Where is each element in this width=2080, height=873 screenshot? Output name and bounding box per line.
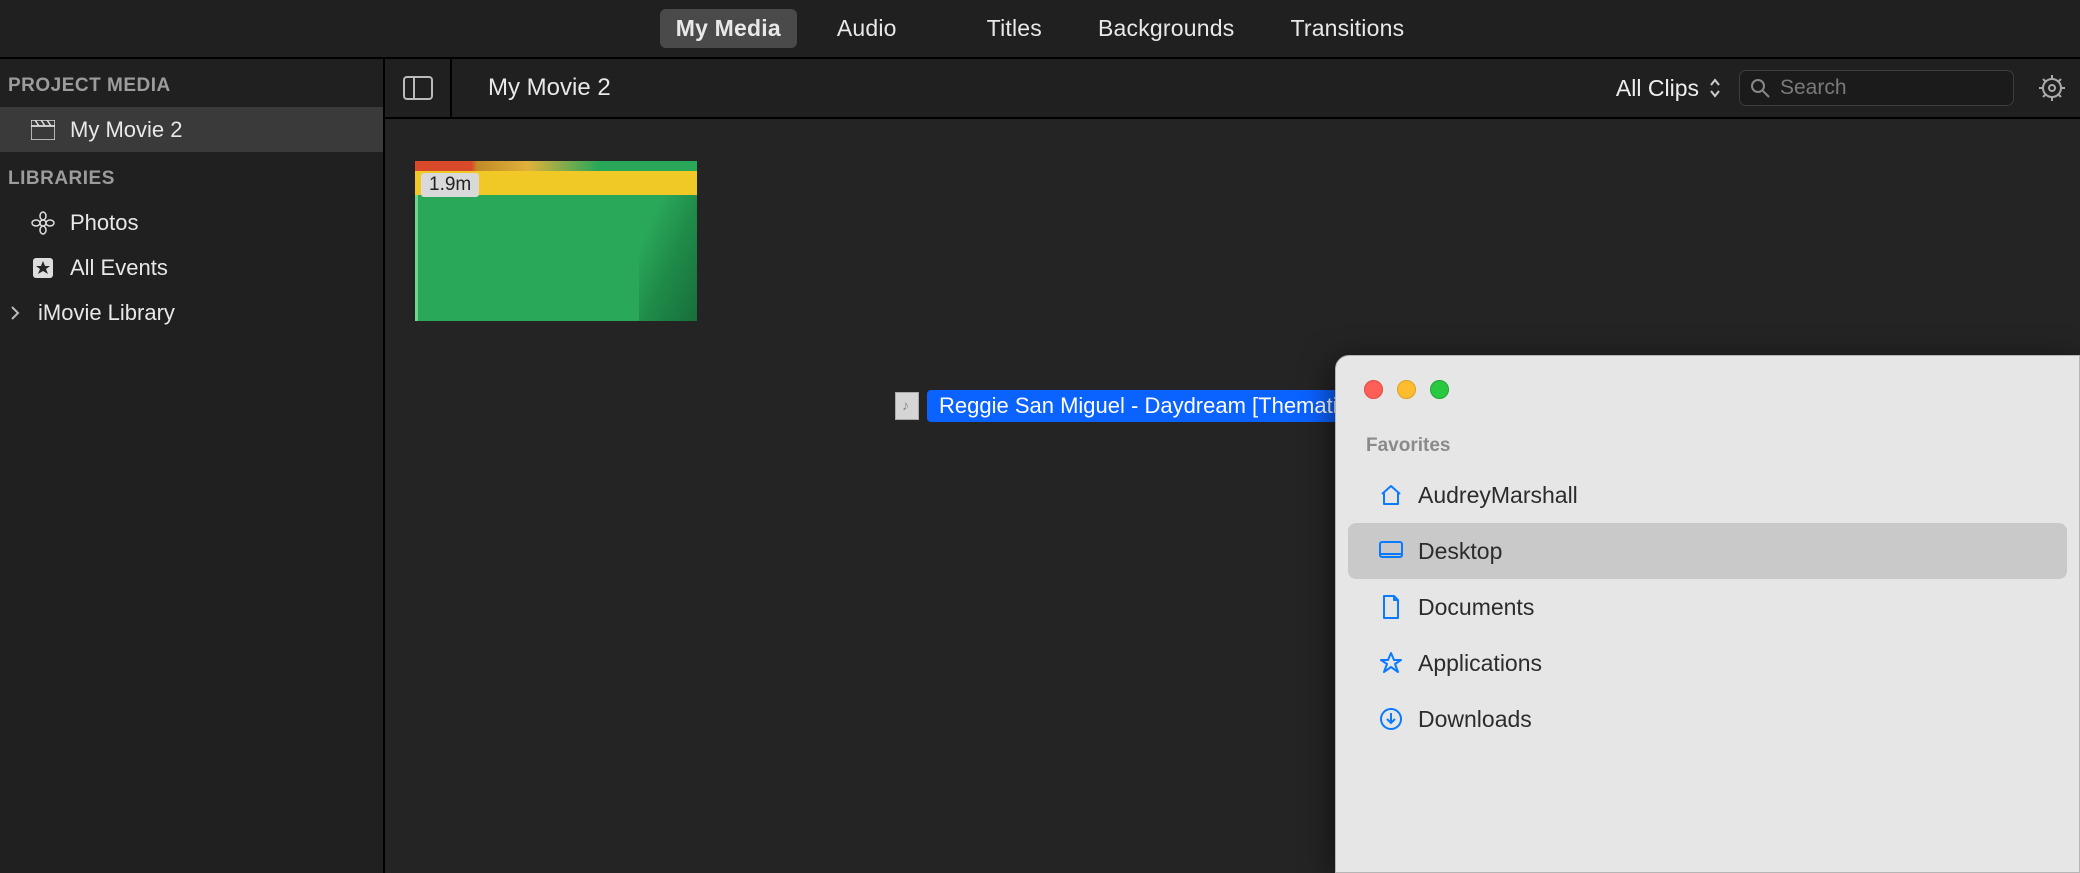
chevron-right-icon xyxy=(10,306,24,320)
audio-file-icon xyxy=(895,392,919,420)
finder-item-documents[interactable]: Documents xyxy=(1348,579,2067,635)
finder-home-label: AudreyMarshall xyxy=(1418,482,1578,509)
finder-applications-label: Applications xyxy=(1418,650,1542,677)
sidebar-project-label: My Movie 2 xyxy=(70,117,182,143)
tab-titles[interactable]: Titles xyxy=(971,9,1058,48)
content-header: My Movie 2 All Clips xyxy=(385,59,2080,119)
document-icon xyxy=(1378,595,1404,619)
star-box-icon xyxy=(30,257,56,279)
finder-desktop-label: Desktop xyxy=(1418,538,1502,565)
sidebar: PROJECT MEDIA My Movie 2 LIBRARIES Photo… xyxy=(0,59,385,873)
finder-item-home[interactable]: AudreyMarshall xyxy=(1348,467,2067,523)
applications-icon xyxy=(1378,651,1404,675)
finder-documents-label: Documents xyxy=(1418,594,1534,621)
photos-flower-icon xyxy=(30,211,56,235)
sidebar-imovie-library-label: iMovie Library xyxy=(38,300,175,326)
zoom-button[interactable] xyxy=(1430,380,1449,399)
search-icon xyxy=(1750,78,1770,98)
search-field[interactable] xyxy=(1739,70,2014,106)
minimize-button[interactable] xyxy=(1397,380,1416,399)
close-button[interactable] xyxy=(1364,380,1383,399)
clip-filter-label: All Clips xyxy=(1616,75,1699,102)
sidebar-item-photos[interactable]: Photos xyxy=(0,200,383,245)
finder-item-downloads[interactable]: Downloads xyxy=(1348,691,2067,747)
window-controls xyxy=(1336,356,2079,399)
tab-transitions[interactable]: Transitions xyxy=(1274,9,1420,48)
sidebar-all-events-label: All Events xyxy=(70,255,168,281)
libraries-header: LIBRARIES xyxy=(0,152,383,200)
finder-item-desktop[interactable]: Desktop xyxy=(1348,523,2067,579)
sidebar-item-all-events[interactable]: All Events xyxy=(0,245,383,290)
finder-item-applications[interactable]: Applications xyxy=(1348,635,2067,691)
desktop-icon xyxy=(1378,541,1404,561)
tab-audio[interactable]: Audio xyxy=(821,9,913,48)
clip-duration-badge: 1.9m xyxy=(421,173,479,197)
clip-filter-dropdown[interactable]: All Clips xyxy=(1616,75,1721,102)
clip-waveform-strip xyxy=(415,161,697,171)
downloads-icon xyxy=(1378,707,1404,731)
search-input[interactable] xyxy=(1780,76,2051,100)
clapperboard-icon xyxy=(30,120,56,140)
top-tab-bar: My Media Audio Titles Backgrounds Transi… xyxy=(0,0,2080,59)
updown-chevron-icon xyxy=(1709,78,1721,98)
tab-my-media[interactable]: My Media xyxy=(660,9,797,48)
gear-icon[interactable] xyxy=(2032,74,2066,102)
finder-downloads-label: Downloads xyxy=(1418,706,1532,733)
house-icon xyxy=(1378,483,1404,507)
sidebar-item-imovie-library[interactable]: iMovie Library xyxy=(0,290,383,335)
sidebar-photos-label: Photos xyxy=(70,210,139,236)
project-media-header: PROJECT MEDIA xyxy=(0,59,383,107)
finder-window[interactable]: Favorites AudreyMarshall Desktop Documen… xyxy=(1335,355,2080,873)
sidebar-item-project[interactable]: My Movie 2 xyxy=(0,107,383,152)
clip-thumbnail[interactable]: 1.9m xyxy=(415,161,697,321)
clip-shade xyxy=(639,195,697,321)
content-title: My Movie 2 xyxy=(470,74,611,102)
finder-favorites-header: Favorites xyxy=(1336,399,2079,467)
sidebar-toggle-icon[interactable] xyxy=(403,76,433,100)
tab-backgrounds[interactable]: Backgrounds xyxy=(1082,9,1250,48)
